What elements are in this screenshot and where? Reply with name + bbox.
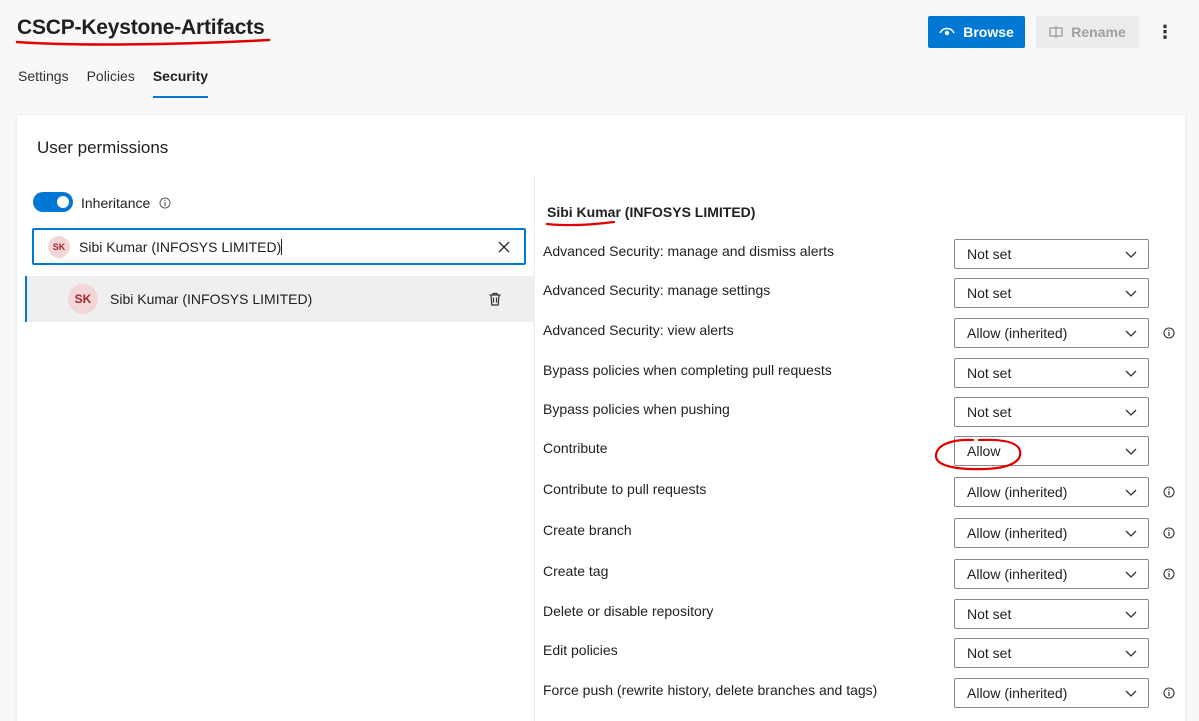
permission-value: Allow (inherited) [967, 685, 1068, 701]
chevron-down-icon [1125, 530, 1137, 537]
permission-row: Force push (rewrite history, delete bran… [543, 678, 1183, 708]
info-icon[interactable] [1163, 327, 1175, 339]
panel-divider [534, 177, 535, 721]
permission-label: Force push (rewrite history, delete bran… [543, 682, 878, 698]
permission-row: Advanced Security: view alerts Allow (inh… [543, 318, 1183, 348]
permission-dropdown[interactable]: Not set [954, 599, 1149, 629]
permission-dropdown[interactable]: Allow [954, 436, 1149, 466]
info-icon[interactable] [1163, 486, 1175, 498]
user-search-input[interactable]: SK Sibi Kumar (INFOSYS LIMITED) [32, 228, 526, 265]
inheritance-info-icon[interactable] [159, 197, 171, 209]
permission-dropdown[interactable]: Not set [954, 397, 1149, 427]
chevron-down-icon [1125, 448, 1137, 455]
chevron-down-icon [1125, 650, 1137, 657]
permission-row: Create branch Allow (inherited) [543, 518, 1183, 548]
permission-row: Contribute to pull requests Allow (inheri… [543, 477, 1183, 507]
permission-value: Not set [967, 246, 1012, 262]
permission-row: Delete or disable repository Not set [543, 599, 1183, 629]
chevron-down-icon [1125, 409, 1137, 416]
tab-policies[interactable]: Policies [87, 68, 135, 100]
permission-dropdown[interactable]: Not set [954, 278, 1149, 308]
user-name: Sibi Kumar (INFOSYS LIMITED) [110, 291, 313, 307]
inheritance-label: Inheritance [81, 195, 151, 211]
permission-label: Edit policies [543, 642, 618, 658]
permission-label: Create branch [543, 522, 632, 538]
toggle-knob [57, 196, 69, 208]
permission-row: Advanced Security: manage settings Not se… [543, 278, 1183, 308]
permission-value: Not set [967, 404, 1012, 420]
chevron-down-icon [1125, 611, 1137, 618]
info-icon[interactable] [1163, 687, 1175, 699]
info-icon[interactable] [1163, 568, 1175, 580]
permission-value: Not set [967, 365, 1012, 381]
permission-value: Not set [967, 285, 1012, 301]
permission-row: Create tag Allow (inherited) [543, 559, 1183, 589]
permission-value: Not set [967, 606, 1012, 622]
permission-row: Edit policies Not set [543, 638, 1183, 668]
permission-value: Allow (inherited) [967, 566, 1068, 582]
chevron-down-icon [1125, 690, 1137, 697]
permissions-card: User permissions Inheritance SK Sibi Kum… [17, 115, 1185, 721]
info-icon[interactable] [1163, 527, 1175, 539]
permission-value: Not set [967, 645, 1012, 661]
permission-label: Create tag [543, 563, 609, 579]
close-icon[interactable] [496, 239, 512, 255]
browse-button-label: Browse [963, 24, 1014, 40]
permission-label: Contribute to pull requests [543, 481, 707, 497]
permission-row: Bypass policies when completing pull req… [543, 358, 1183, 388]
permission-row: Advanced Security: manage and dismiss al… [543, 239, 1183, 269]
permission-dropdown[interactable]: Allow (inherited) [954, 559, 1149, 589]
inheritance-toggle[interactable] [33, 192, 73, 212]
permission-label: Advanced Security: manage settings [543, 282, 771, 298]
permission-label: Contribute [543, 440, 608, 456]
permission-dropdown[interactable]: Allow (inherited) [954, 318, 1149, 348]
permission-value: Allow [967, 443, 1001, 459]
permission-label: Advanced Security: view alerts [543, 322, 734, 338]
permission-row: Bypass policies when pushing Not set [543, 397, 1183, 427]
list-item[interactable]: SK Sibi Kumar (INFOSYS LIMITED) [25, 276, 535, 322]
avatar: SK [68, 284, 98, 314]
rename-button[interactable]: Rename [1036, 16, 1139, 48]
tab-bar: Settings Policies Security [18, 68, 209, 100]
browse-button[interactable]: Browse [928, 16, 1025, 48]
avatar: SK [48, 235, 70, 258]
permissions-header: Sibi Kumar (INFOSYS LIMITED) [547, 204, 756, 220]
permission-dropdown[interactable]: Allow (inherited) [954, 518, 1149, 548]
permission-dropdown[interactable]: Not set [954, 638, 1149, 668]
permission-value: Allow (inherited) [967, 325, 1068, 341]
permission-dropdown[interactable]: Allow (inherited) [954, 477, 1149, 507]
permission-dropdown[interactable]: Not set [954, 239, 1149, 269]
permission-value: Allow (inherited) [967, 484, 1068, 500]
rename-icon [1049, 26, 1063, 38]
permission-label: Bypass policies when completing pull req… [543, 362, 832, 378]
permission-label: Delete or disable repository [543, 603, 714, 619]
rename-button-label: Rename [1071, 24, 1126, 40]
chevron-down-icon [1125, 571, 1137, 578]
name-annotation-underline [545, 220, 616, 227]
trash-icon[interactable] [487, 291, 503, 307]
title-annotation-underline [15, 38, 271, 46]
more-options-icon[interactable]: ⋮ [1155, 21, 1175, 43]
chevron-down-icon [1125, 251, 1137, 258]
permission-label: Bypass policies when pushing [543, 401, 730, 417]
tab-settings[interactable]: Settings [18, 68, 69, 100]
chevron-down-icon [1125, 370, 1137, 377]
chevron-down-icon [1125, 290, 1137, 297]
permission-value: Allow (inherited) [967, 525, 1068, 541]
permission-dropdown[interactable]: Allow (inherited) [954, 678, 1149, 708]
card-title: User permissions [37, 138, 169, 157]
search-value: Sibi Kumar (INFOSYS LIMITED) [79, 238, 283, 255]
chevron-down-icon [1125, 489, 1137, 496]
permission-dropdown[interactable]: Not set [954, 358, 1149, 388]
permission-label: Advanced Security: manage and dismiss al… [543, 243, 835, 259]
tab-security[interactable]: Security [152, 68, 209, 100]
permission-row: Contribute Allow [543, 436, 1183, 466]
eye-icon [939, 27, 955, 36]
chevron-down-icon [1125, 330, 1137, 337]
